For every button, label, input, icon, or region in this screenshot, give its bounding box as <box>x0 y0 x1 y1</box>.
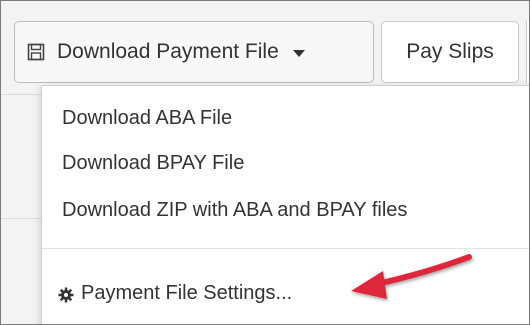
menu-item-payment-file-settings[interactable]: Payment File Settings... <box>58 282 292 305</box>
pay-slips-label: Pay Slips <box>406 40 494 63</box>
caret-down-icon <box>292 49 305 57</box>
divider <box>1 94 41 95</box>
menu-item-download-aba[interactable]: Download ABA File <box>62 107 232 130</box>
settings-label: Payment File Settings... <box>81 282 293 304</box>
divider <box>1 218 41 219</box>
download-dropdown-menu: Download ABA File Download BPAY File Dow… <box>41 85 529 324</box>
screenshot-frame: Download Payment File Pay Slips Download… <box>0 0 530 325</box>
menu-item-download-zip[interactable]: Download ZIP with ABA and BPAY files <box>62 199 407 222</box>
download-button-label: Download Payment File <box>57 40 279 63</box>
next-button-edge[interactable] <box>526 21 529 83</box>
menu-item-download-bpay[interactable]: Download BPAY File <box>62 152 244 175</box>
pay-slips-button[interactable]: Pay Slips <box>381 21 519 83</box>
menu-divider <box>42 248 529 249</box>
download-payment-file-button[interactable]: Download Payment File <box>14 21 374 83</box>
save-icon <box>27 43 45 61</box>
gear-icon <box>58 286 74 302</box>
